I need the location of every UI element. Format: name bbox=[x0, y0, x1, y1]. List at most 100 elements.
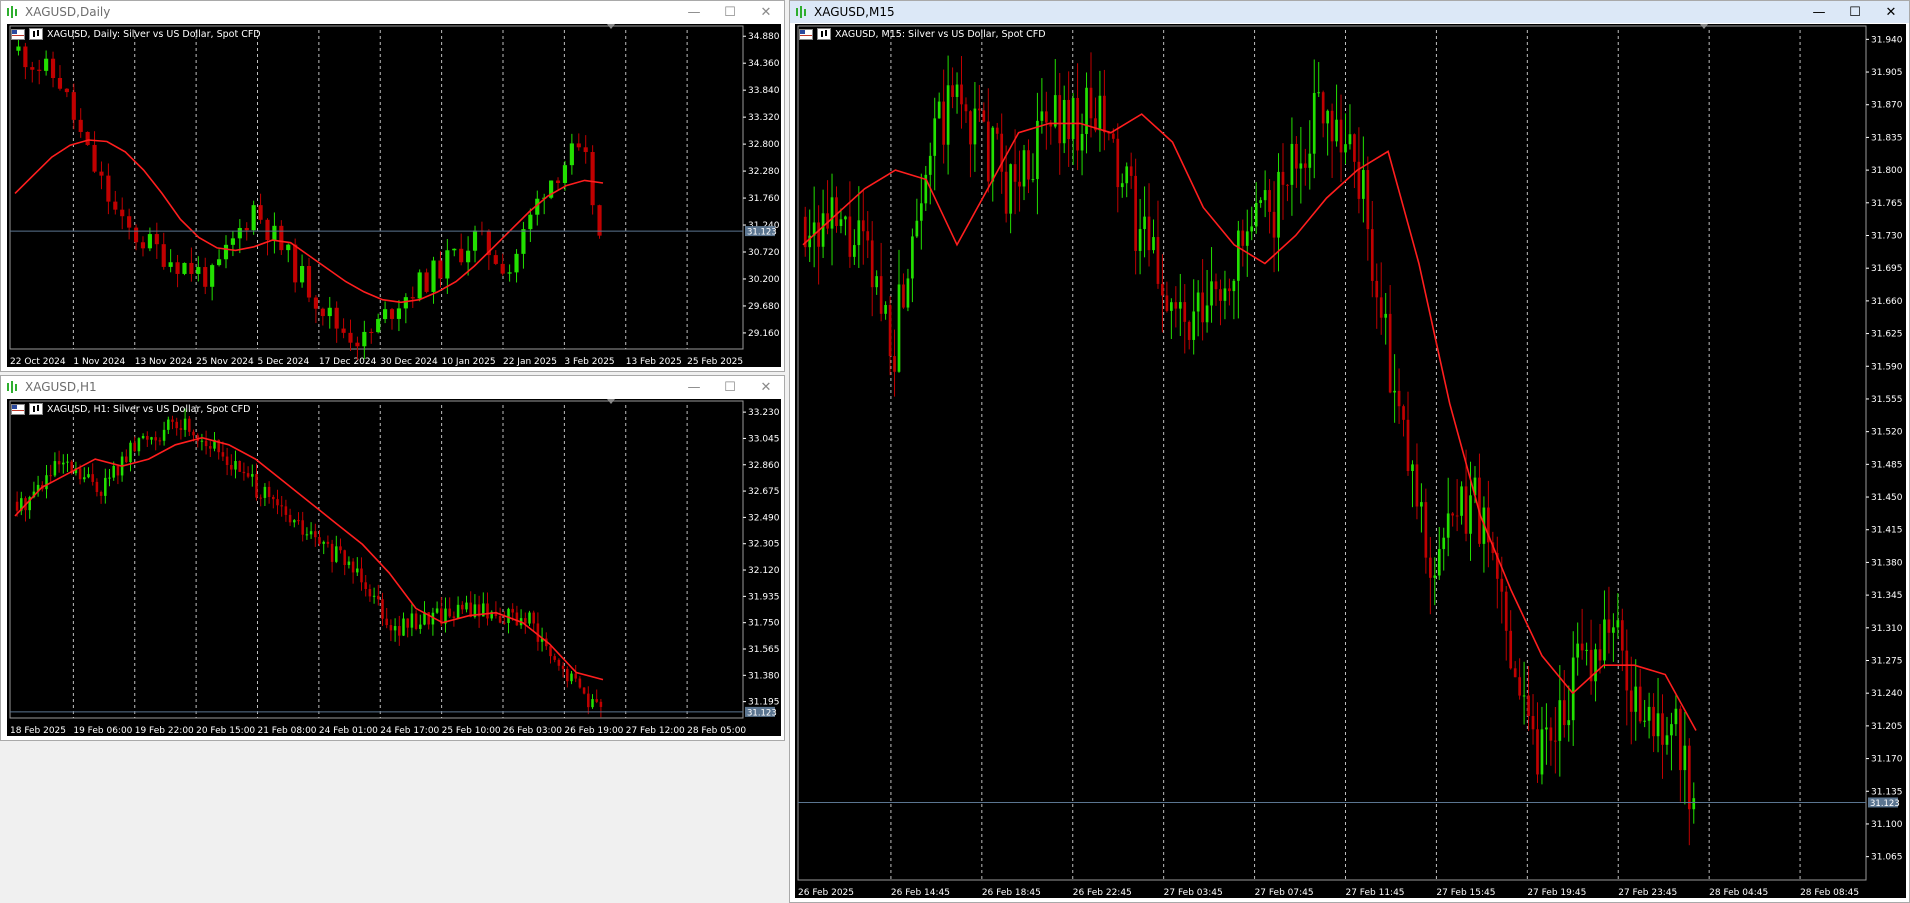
candle-body bbox=[1223, 288, 1227, 301]
candle-body bbox=[1598, 649, 1602, 661]
candle-body bbox=[57, 78, 63, 89]
candle-body bbox=[389, 309, 395, 319]
price-label: 31.380 bbox=[1871, 558, 1903, 568]
window-daily[interactable]: XAGUSD,Daily — ☐ ✕ 22 Oct 2024 1 Nov 2024… bbox=[0, 0, 785, 372]
candle-body bbox=[493, 255, 498, 264]
candle-body bbox=[969, 111, 972, 145]
window-daily-titlebar[interactable]: XAGUSD,Daily — ☐ ✕ bbox=[1, 1, 784, 23]
candle-body bbox=[928, 155, 932, 175]
candle-body bbox=[933, 118, 937, 156]
chart-daily-plot[interactable]: 22 Oct 2024 1 Nov 2024 13 Nov 2024 25 Nov 2… bbox=[7, 24, 781, 367]
price-label: 31.205 bbox=[1871, 722, 1903, 732]
candle-body bbox=[1357, 161, 1361, 199]
close-icon[interactable]: ✕ bbox=[748, 376, 784, 398]
maximize-icon[interactable]: ☐ bbox=[712, 1, 748, 23]
candle-body bbox=[225, 456, 229, 466]
candle-body bbox=[1661, 713, 1664, 745]
chart-m15[interactable]: 26 Feb 2025 26 Feb 14:45 26 Feb 18:45 26 Fe… bbox=[795, 24, 1906, 898]
candle-body bbox=[244, 227, 249, 231]
candle-body bbox=[200, 440, 204, 442]
window-h1[interactable]: XAGUSD,H1 — ☐ ✕ 18 Feb 2025 19 Feb 06:00 1… bbox=[0, 375, 785, 741]
window-m15-titlebar[interactable]: XAGUSD,M15 — ☐ ✕ bbox=[790, 1, 1909, 23]
candle-body bbox=[1272, 211, 1276, 238]
candle-body bbox=[1089, 87, 1093, 119]
time-label: 17 Dec 2024 bbox=[319, 357, 377, 367]
chart-m15-plot[interactable]: 26 Feb 2025 26 Feb 14:45 26 Feb 18:45 26 Fe… bbox=[795, 24, 1906, 898]
candle-body bbox=[1147, 216, 1151, 251]
maximize-icon[interactable]: ☐ bbox=[712, 376, 748, 398]
chart-m15-header: XAGUSD, M15: Silver vs US Dollar, Spot C… bbox=[799, 28, 1046, 40]
flag-icon bbox=[11, 28, 25, 40]
moving-average-line bbox=[802, 113, 1697, 731]
bid-label: 31.123 bbox=[747, 708, 777, 718]
candle-body bbox=[383, 309, 388, 320]
price-label: 31.195 bbox=[748, 698, 780, 708]
maximize-icon[interactable]: ☐ bbox=[1837, 1, 1873, 23]
price-label: 31.065 bbox=[1871, 853, 1903, 863]
time-label: 27 Feb 19:45 bbox=[1527, 888, 1586, 898]
candle-body bbox=[561, 665, 565, 669]
time-label: 27 Feb 07:45 bbox=[1255, 888, 1314, 898]
candle-body bbox=[16, 46, 21, 51]
candle-body bbox=[272, 225, 277, 241]
time-label: 21 Feb 08:00 bbox=[257, 726, 316, 736]
close-icon[interactable]: ✕ bbox=[1873, 1, 1909, 23]
candle-body bbox=[1500, 578, 1504, 592]
candle-body bbox=[393, 626, 397, 631]
candle-body bbox=[583, 147, 588, 153]
candle-body bbox=[230, 238, 235, 245]
candle-body bbox=[95, 481, 99, 493]
candle-body bbox=[1201, 292, 1204, 323]
flag-icon bbox=[799, 28, 813, 40]
minimize-icon[interactable]: — bbox=[676, 1, 712, 23]
price-label: 31.695 bbox=[1871, 264, 1903, 274]
price-label: 31.835 bbox=[1871, 133, 1903, 143]
candle-body bbox=[1362, 170, 1365, 199]
candle-body bbox=[978, 108, 981, 111]
chart-h1-plot[interactable]: 18 Feb 2025 19 Feb 06:00 19 Feb 22:00 20 Fe… bbox=[7, 399, 781, 736]
candle-body bbox=[284, 506, 288, 515]
window-h1-titlebar[interactable]: XAGUSD,H1 — ☐ ✕ bbox=[1, 376, 784, 398]
close-icon[interactable]: ✕ bbox=[748, 1, 784, 23]
candle-body bbox=[937, 101, 941, 119]
candle-body bbox=[92, 144, 97, 172]
candle-body bbox=[452, 248, 457, 251]
candle-body bbox=[141, 435, 145, 439]
candle-body bbox=[1299, 163, 1303, 169]
chart-h1[interactable]: 18 Feb 2025 19 Feb 06:00 19 Feb 22:00 20 Fe… bbox=[7, 399, 781, 736]
candle-body bbox=[64, 88, 69, 93]
candle-body bbox=[326, 541, 330, 544]
minimize-icon[interactable]: — bbox=[676, 376, 712, 398]
candle-body bbox=[1281, 171, 1285, 185]
candle-body bbox=[125, 456, 128, 463]
candle-body bbox=[1183, 302, 1187, 322]
plot-frame bbox=[9, 25, 744, 350]
moving-average-line bbox=[14, 436, 604, 681]
window-m15[interactable]: XAGUSD,M15 — ☐ ✕ 26 Feb 2025 26 Feb 14:45… bbox=[789, 0, 1910, 903]
candle-body bbox=[154, 437, 157, 441]
candle-body bbox=[438, 260, 443, 279]
candle-body bbox=[1071, 97, 1075, 140]
time-label: 13 Feb 2025 bbox=[626, 357, 682, 367]
candle-body bbox=[116, 465, 120, 476]
candle-body bbox=[147, 234, 152, 249]
candle-body bbox=[445, 250, 450, 279]
candle-body bbox=[1469, 495, 1472, 534]
candle-body bbox=[1214, 281, 1218, 290]
candle-body bbox=[1321, 92, 1325, 124]
candle-body bbox=[1527, 695, 1530, 717]
candle-body bbox=[1366, 170, 1370, 230]
candle-body bbox=[1080, 133, 1084, 151]
candle-body bbox=[1111, 133, 1115, 139]
candle-body bbox=[1415, 464, 1419, 507]
minimize-icon[interactable]: — bbox=[1801, 1, 1837, 23]
chart-h1-header-text: XAGUSD, H1: Silver vs US Dollar, Spot CF… bbox=[47, 403, 251, 415]
candle-body bbox=[461, 604, 464, 610]
chart-daily[interactable]: 22 Oct 2024 1 Nov 2024 13 Nov 2024 25 Nov 2… bbox=[7, 24, 781, 367]
candle-body bbox=[78, 468, 82, 480]
candle-body bbox=[1522, 695, 1526, 697]
candle-body bbox=[1683, 745, 1687, 771]
candle-body bbox=[203, 267, 208, 287]
candle-body bbox=[265, 219, 270, 241]
candle-body bbox=[1308, 153, 1312, 168]
